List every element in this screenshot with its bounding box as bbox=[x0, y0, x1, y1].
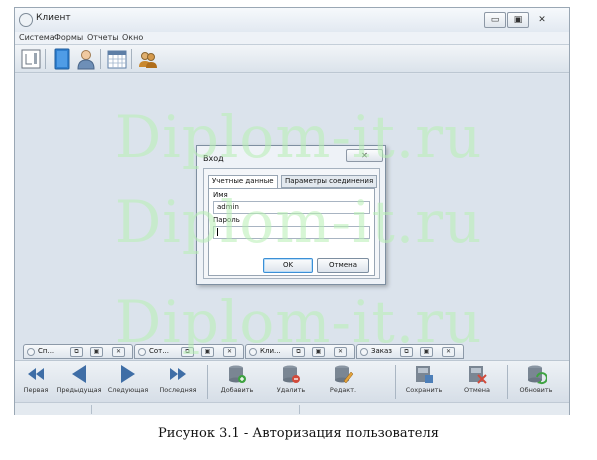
next-record-button[interactable]: Следующая bbox=[104, 363, 152, 401]
first-label: Первая bbox=[23, 386, 49, 394]
figure-caption: Рисунок 3.1 - Авторизация пользователя bbox=[158, 426, 439, 441]
first-record-button[interactable]: Первая bbox=[19, 363, 53, 401]
delete-record-button[interactable]: Удалить bbox=[269, 363, 313, 401]
window-tab-1[interactable]: Сот... ⧉ ▣ ✕ bbox=[134, 344, 244, 359]
prev-label: Предыдущая bbox=[56, 386, 102, 394]
close-icon[interactable]: ✕ bbox=[442, 347, 455, 357]
menu-item-system[interactable]: Система bbox=[19, 33, 55, 42]
refresh-icon bbox=[528, 365, 547, 385]
close-icon[interactable]: ✕ bbox=[334, 347, 347, 357]
maximize-button[interactable]: ▣ bbox=[507, 12, 529, 28]
window-tab-label: Заказ bbox=[371, 347, 393, 355]
prev-record-button[interactable]: Предыдущая bbox=[55, 363, 103, 401]
nav-separator bbox=[507, 365, 508, 399]
app-icon bbox=[19, 13, 33, 27]
toolbar bbox=[15, 45, 569, 73]
maximize-icon[interactable]: ▣ bbox=[201, 347, 214, 357]
next-label: Следующая bbox=[107, 386, 149, 394]
last-icon bbox=[170, 368, 186, 380]
tab-credentials[interactable]: Учетные данные bbox=[208, 175, 278, 189]
login-dialog: Вход ✕ Учетные данные Параметры соединен… bbox=[196, 145, 386, 285]
menu-item-reports[interactable]: Отчеты bbox=[87, 33, 119, 42]
nav-separator bbox=[395, 365, 396, 399]
menu-bar: Система Формы Отчеты Окно bbox=[15, 32, 569, 45]
ok-button[interactable]: OK bbox=[263, 258, 313, 273]
edit-icon bbox=[335, 365, 354, 384]
close-icon[interactable]: ✕ bbox=[112, 347, 125, 357]
window-tab-0[interactable]: Сп... ⧉ ▣ ✕ bbox=[23, 344, 133, 359]
add-icon bbox=[229, 365, 246, 383]
credentials-panel: Имя admin Пароль OK Отмена bbox=[208, 188, 375, 276]
toolbar-separator bbox=[100, 49, 101, 69]
window-tab-icon bbox=[360, 348, 368, 356]
save-icon bbox=[416, 366, 433, 383]
window-tab-label: Кли... bbox=[260, 347, 281, 355]
text-caret bbox=[217, 228, 218, 236]
calendar-icon[interactable] bbox=[106, 48, 128, 70]
delete-icon bbox=[283, 365, 300, 383]
maximize-icon[interactable]: ▣ bbox=[420, 347, 433, 357]
window-tab-icon bbox=[27, 348, 35, 356]
next-icon bbox=[121, 365, 135, 383]
refresh-label: Обновить bbox=[519, 386, 553, 394]
window-tab-label: Сп... bbox=[38, 347, 55, 355]
restore-icon[interactable]: ⧉ bbox=[181, 347, 194, 357]
person-icon[interactable] bbox=[75, 48, 97, 70]
name-label: Имя bbox=[213, 191, 228, 199]
save-button[interactable]: Сохранить bbox=[401, 363, 447, 401]
window-tab-icon bbox=[138, 348, 146, 356]
delete-label: Удалить bbox=[276, 386, 306, 394]
close-icon[interactable]: ✕ bbox=[223, 347, 236, 357]
window-tab-3[interactable]: Заказ ⧉ ▣ ✕ bbox=[356, 344, 464, 359]
window-tab-label: Сот... bbox=[149, 347, 169, 355]
nav-separator bbox=[207, 365, 208, 399]
restore-icon[interactable]: ⧉ bbox=[70, 347, 83, 357]
close-button[interactable]: ✕ bbox=[531, 12, 553, 28]
add-label: Добавить bbox=[220, 386, 254, 394]
navigation-bar: Первая Предыдущая Следующая Последняя До… bbox=[15, 360, 569, 402]
tab-connection-settings[interactable]: Параметры соединения bbox=[281, 175, 378, 188]
add-record-button[interactable]: Добавить bbox=[215, 363, 259, 401]
window-tabs-bar: Сп... ⧉ ▣ ✕ Сот... ⧉ ▣ ✕ Кли... ⧉ ▣ ✕ За… bbox=[15, 342, 569, 360]
minimize-button[interactable]: ▭ bbox=[484, 12, 506, 28]
dialog-title: Вход bbox=[203, 154, 224, 163]
last-label: Последняя bbox=[159, 386, 197, 394]
edit-label: Редакт. bbox=[329, 386, 357, 394]
cancel-label: Отмена bbox=[463, 386, 491, 394]
title-bar[interactable]: Клиент ▭ ▣ ✕ bbox=[15, 8, 569, 32]
report-icon[interactable] bbox=[20, 48, 42, 70]
maximize-icon[interactable]: ▣ bbox=[312, 347, 325, 357]
book-icon[interactable] bbox=[51, 48, 73, 70]
dialog-body: Учетные данные Параметры соединения Имя … bbox=[203, 168, 380, 279]
dialog-close-button[interactable]: ✕ bbox=[346, 149, 383, 162]
status-bar bbox=[15, 402, 569, 415]
maximize-icon[interactable]: ▣ bbox=[90, 347, 103, 357]
password-input[interactable] bbox=[213, 226, 370, 239]
toolbar-separator bbox=[131, 49, 132, 69]
status-divider bbox=[91, 405, 92, 414]
cancel-button[interactable]: Отмена bbox=[317, 258, 369, 273]
cancel-edit-button[interactable]: Отмена bbox=[457, 363, 497, 401]
window-tab-2[interactable]: Кли... ⧉ ▣ ✕ bbox=[245, 344, 355, 359]
window-title: Клиент bbox=[36, 13, 71, 23]
refresh-button[interactable]: Обновить bbox=[513, 363, 559, 401]
edit-record-button[interactable]: Редакт. bbox=[321, 363, 365, 401]
status-divider bbox=[299, 405, 300, 414]
menu-item-window[interactable]: Окно bbox=[122, 33, 143, 42]
cancel-icon bbox=[469, 366, 487, 384]
users-icon[interactable] bbox=[137, 48, 159, 70]
toolbar-separator bbox=[45, 49, 46, 69]
restore-icon[interactable]: ⧉ bbox=[400, 347, 413, 357]
first-icon bbox=[28, 368, 44, 380]
name-input[interactable]: admin bbox=[213, 201, 370, 214]
window-tab-icon bbox=[249, 348, 257, 356]
restore-icon[interactable]: ⧉ bbox=[292, 347, 305, 357]
save-label: Сохранить bbox=[405, 386, 443, 394]
password-label: Пароль bbox=[213, 216, 240, 224]
prev-icon bbox=[72, 365, 86, 383]
last-record-button[interactable]: Последняя bbox=[155, 363, 201, 401]
menu-item-forms[interactable]: Формы bbox=[54, 33, 83, 42]
